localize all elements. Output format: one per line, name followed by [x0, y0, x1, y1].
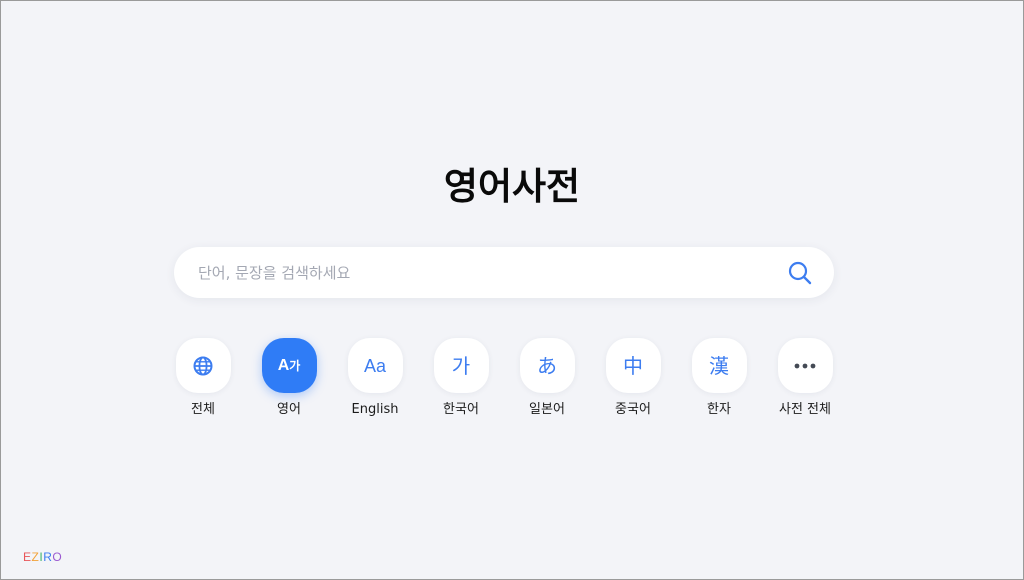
category-all-dictionaries-tile — [777, 338, 833, 393]
category-japanese[interactable]: あ 일본어 — [504, 338, 590, 418]
category-japanese-tile: あ — [519, 338, 575, 393]
category-chinese-label: 중국어 — [615, 402, 651, 417]
category-all-label: 전체 — [191, 402, 215, 417]
search-icon — [788, 261, 812, 285]
category-korean-tile: 가 — [433, 338, 489, 393]
brand-letter: Z — [31, 550, 40, 564]
category-korean-label: 한국어 — [443, 402, 479, 417]
hanja-icon: 漢 — [709, 353, 729, 378]
search-input[interactable] — [198, 247, 758, 298]
japanese-icon: あ — [537, 353, 557, 378]
brand-letter: O — [52, 550, 63, 564]
category-hanja[interactable]: 漢 한자 — [676, 338, 762, 418]
brand-logo: EZIRO — [23, 550, 62, 564]
chinese-icon: 中 — [623, 353, 643, 378]
category-hanja-tile: 漢 — [691, 338, 747, 393]
category-korean[interactable]: 가 한국어 — [418, 338, 504, 418]
english-icon: Aa — [363, 355, 387, 376]
category-all-tile — [175, 338, 231, 393]
search-box — [174, 247, 834, 298]
category-english-korean[interactable]: A가 영어 — [246, 338, 332, 418]
category-english-korean-label: 영어 — [277, 402, 301, 417]
category-all-dictionaries[interactable]: 사전 전체 — [762, 338, 848, 418]
translate-icon-hangul: 가 — [289, 358, 301, 373]
category-all-dictionaries-label: 사전 전체 — [779, 402, 831, 417]
category-english-label: English — [351, 402, 399, 417]
korean-icon: 가 — [451, 353, 471, 378]
category-japanese-label: 일본어 — [529, 402, 565, 417]
more-icon — [794, 363, 816, 368]
category-all[interactable]: 전체 — [160, 338, 246, 418]
globe-icon — [193, 356, 213, 375]
category-english[interactable]: Aa English — [332, 338, 418, 418]
category-english-tile: Aa — [347, 338, 403, 393]
category-hanja-label: 한자 — [707, 402, 731, 417]
dictionary-category-list: 전체 A가 영어 Aa English 가 한국어 あ 일본어 中 중국어 漢 — [174, 338, 854, 428]
category-english-korean-tile: A가 — [261, 338, 317, 393]
category-chinese-tile: 中 — [605, 338, 661, 393]
brand-letter: E — [23, 550, 32, 564]
translate-icon: A가 — [277, 356, 301, 374]
category-chinese[interactable]: 中 중국어 — [590, 338, 676, 418]
page-title: 영어사전 — [443, 165, 581, 208]
search-button[interactable] — [786, 259, 814, 287]
brand-letter: R — [43, 550, 53, 564]
